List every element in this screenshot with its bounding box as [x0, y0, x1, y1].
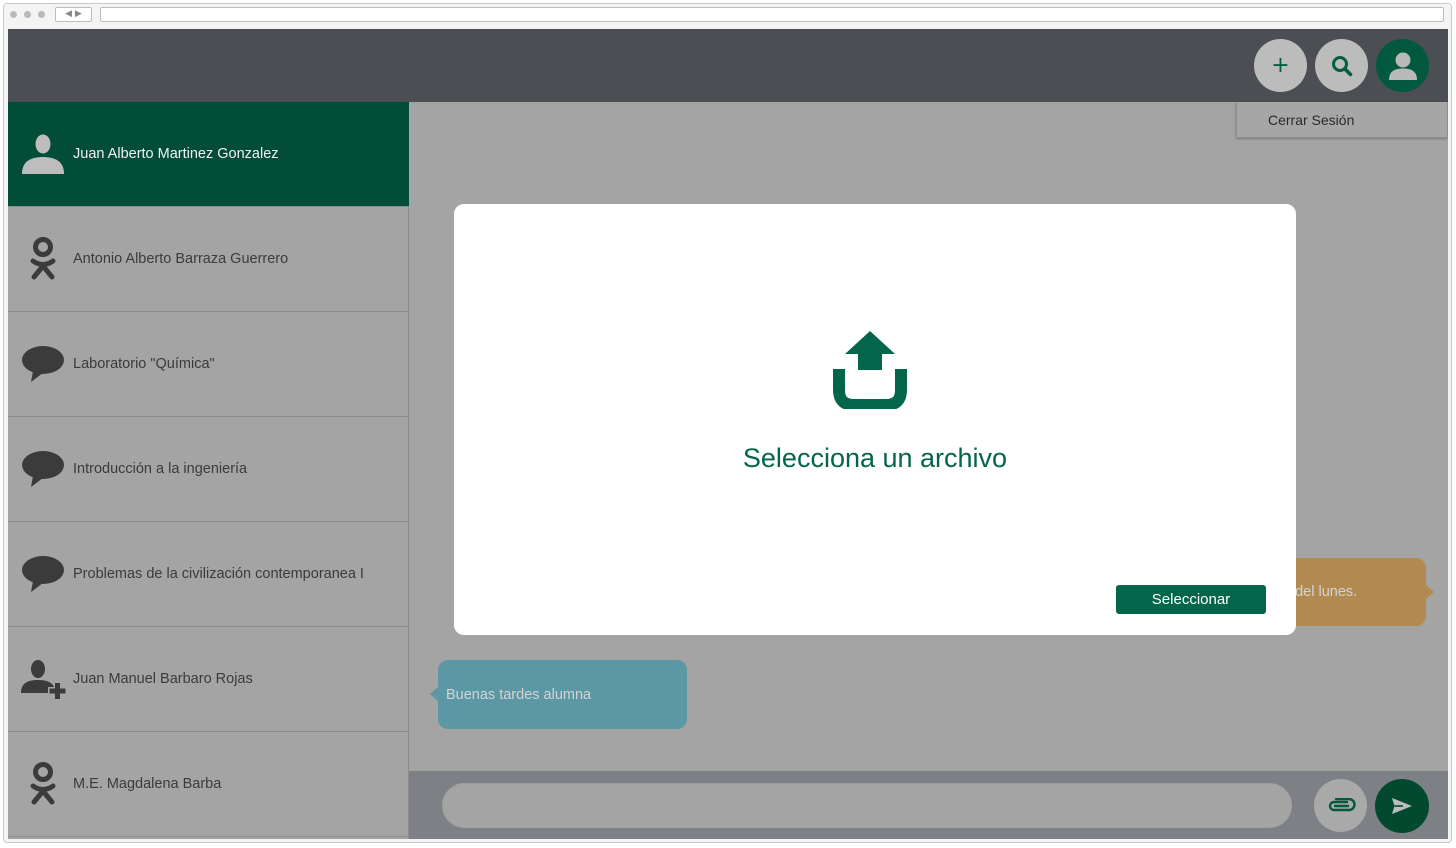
contact-item[interactable]: M.E. Magdalena Barba [8, 732, 409, 837]
select-file-button[interactable]: Seleccionar [1116, 585, 1266, 614]
incoming-message: Buenas tardes alumna [430, 660, 687, 729]
user-plus-icon [20, 656, 66, 702]
search-button[interactable] [1315, 39, 1368, 92]
group-item[interactable]: Introducción a la ingeniería [8, 417, 409, 522]
contact-item[interactable]: Juan Alberto Martinez Gonzalez [8, 102, 409, 207]
group-name: Problemas de la civilización contemporan… [73, 566, 364, 582]
chat-app: + Cerrar Sesión Juan Alberto Martinez Go… [8, 29, 1448, 839]
group-item[interactable]: Problemas de la civilización contemporan… [8, 522, 409, 627]
message-text: Buenas tardes alumna [446, 686, 592, 703]
chat-bubble-icon [20, 446, 66, 492]
contact-name: Juan Manuel Barbaro Rojas [73, 671, 253, 687]
logout-menu-item[interactable]: Cerrar Sesión [1236, 102, 1448, 138]
chat-bubble-icon [20, 341, 66, 387]
browser-toolbar: ◀ ▶ [4, 4, 1451, 26]
plus-icon: + [1271, 52, 1290, 78]
group-name: Introducción a la ingeniería [73, 461, 248, 477]
chat-bubble-icon [20, 551, 66, 597]
send-icon [1392, 798, 1412, 814]
contact-item[interactable]: Juan Manuel Barbaro Rojas [8, 627, 409, 732]
window-close-dot[interactable] [10, 11, 17, 18]
upload-icon [833, 331, 907, 409]
odnoklassniki-icon [20, 761, 66, 807]
window-minimize-dot[interactable] [24, 11, 31, 18]
user-icon [20, 131, 66, 177]
window-maximize-dot[interactable] [38, 11, 45, 18]
contact-name: Juan Alberto Martinez Gonzalez [73, 146, 279, 162]
upload-dialog: Selecciona un archivo Seleccionar [454, 204, 1296, 635]
profile-button[interactable] [1376, 39, 1429, 92]
contact-name: M.E. Magdalena Barba [73, 776, 222, 792]
address-bar[interactable] [100, 7, 1444, 22]
send-button[interactable] [1375, 779, 1429, 833]
odnoklassniki-icon [20, 236, 66, 282]
user-icon [1388, 52, 1417, 80]
group-name: Laboratorio "Química" [73, 356, 215, 372]
contact-name: Antonio Alberto Barraza Guerrero [73, 251, 289, 267]
dialog-title: Selecciona un archivo [742, 443, 1008, 473]
contact-item[interactable]: Antonio Alberto Barraza Guerrero [8, 207, 409, 312]
paperclip-icon [1328, 797, 1356, 811]
message-input[interactable] [442, 783, 1292, 828]
group-item[interactable]: Laboratorio "Química" [8, 312, 409, 417]
top-bar: + [8, 29, 1448, 102]
attach-button[interactable] [1314, 779, 1367, 832]
contact-list: Juan Alberto Martinez Gonzalez Antonio A… [8, 102, 409, 839]
add-button[interactable]: + [1254, 39, 1307, 92]
message-composer [409, 771, 1448, 839]
search-icon [1331, 55, 1352, 76]
browser-nav-arrows[interactable]: ◀ ▶ [55, 7, 92, 22]
browser-window: ◀ ▶ + Cerrar Sesión Juan Alberto Martine… [3, 3, 1452, 843]
